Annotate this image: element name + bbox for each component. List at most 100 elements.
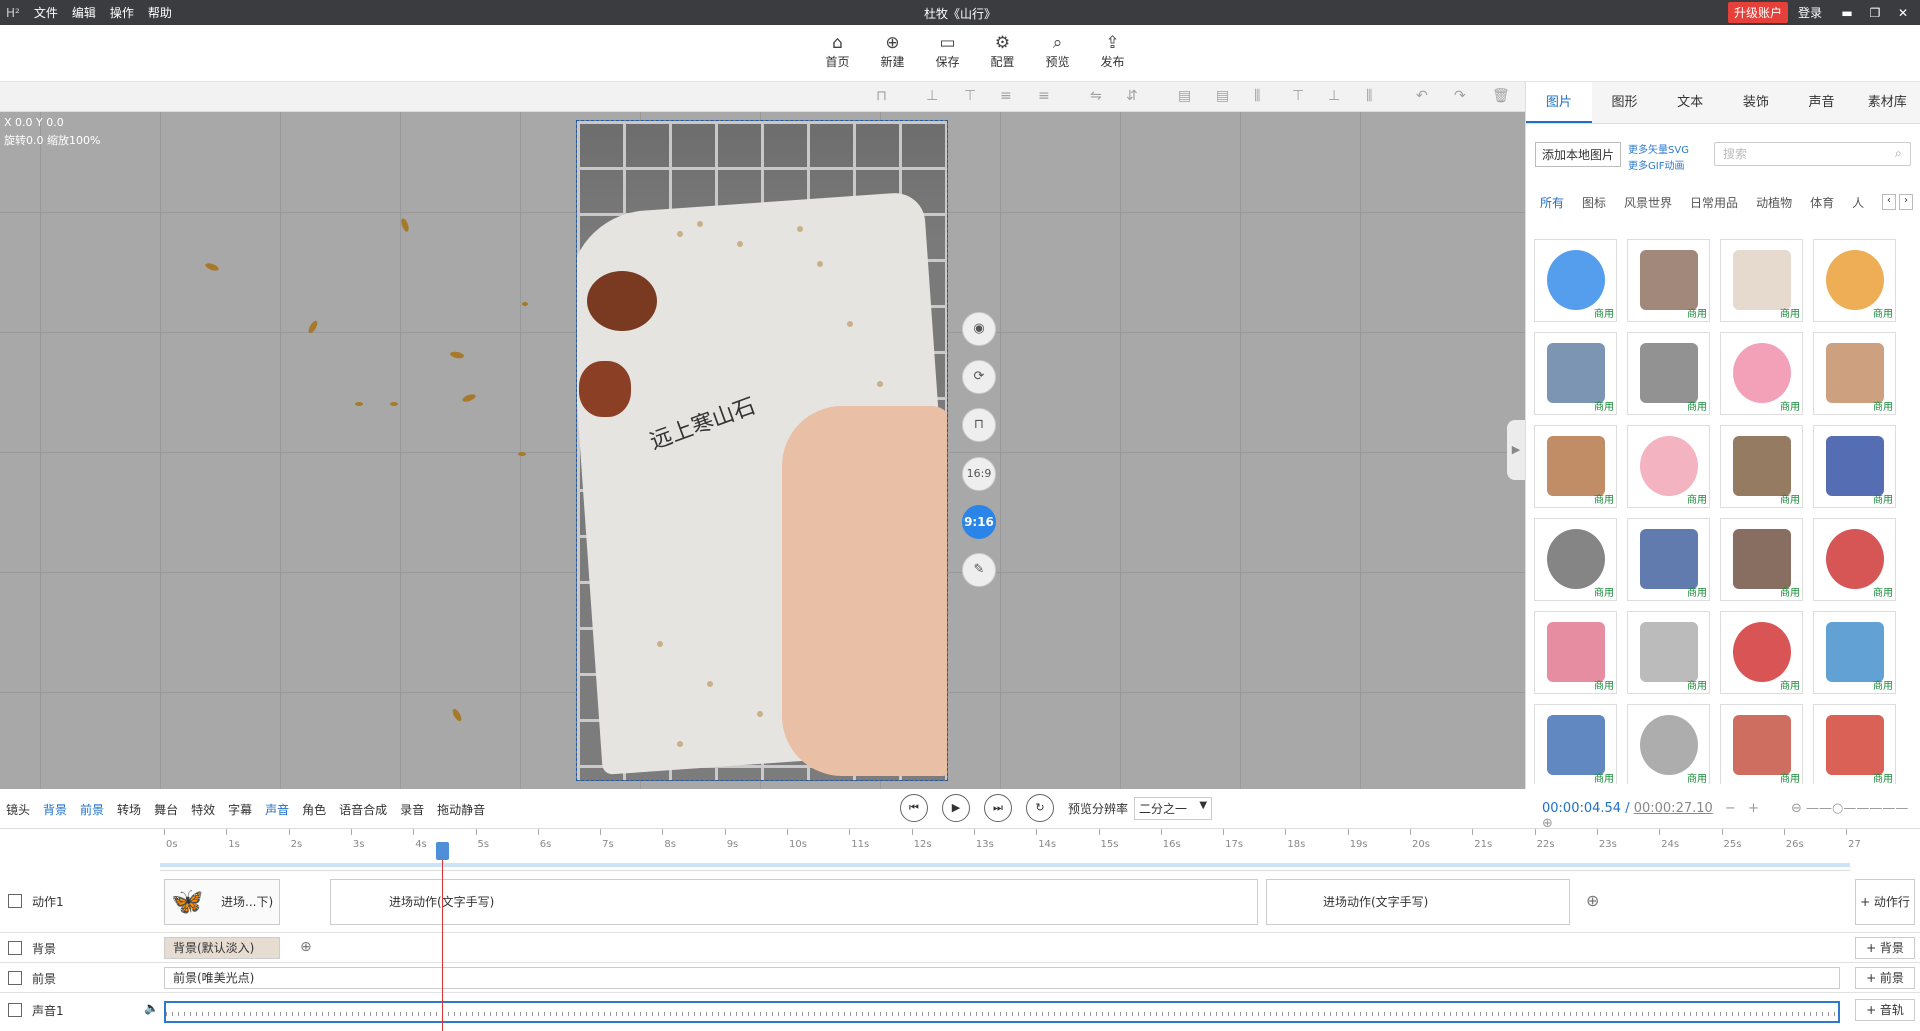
more-svg-link[interactable]: 更多矢量SVG bbox=[1628, 141, 1689, 156]
tool-role[interactable]: 角色 bbox=[302, 801, 326, 818]
align-left-icon[interactable]: ▤ bbox=[1178, 88, 1191, 104]
asset-pen[interactable]: 商用 bbox=[1813, 425, 1896, 508]
menu-edit[interactable]: 编辑 bbox=[72, 4, 96, 21]
maximize-icon[interactable]: ❐ bbox=[1864, 6, 1886, 20]
tab-sound[interactable]: 声音 bbox=[1789, 82, 1855, 123]
tool-stage[interactable]: 舞台 bbox=[154, 801, 178, 818]
tab-text[interactable]: 文本 bbox=[1657, 82, 1723, 123]
upgrade-button[interactable]: 升级账户 bbox=[1727, 2, 1788, 23]
asset-umbrella[interactable]: 商用 bbox=[1813, 704, 1896, 784]
asset-basket[interactable]: 商用 bbox=[1720, 425, 1803, 508]
undo-icon[interactable]: ↶ bbox=[1416, 88, 1428, 104]
add-action-clip-icon[interactable]: ⊕ bbox=[1586, 891, 1599, 910]
login-button[interactable]: 登录 bbox=[1798, 4, 1822, 21]
playhead[interactable] bbox=[442, 842, 443, 1031]
tool-subtitle[interactable]: 字幕 bbox=[228, 801, 252, 818]
add-action-row-button[interactable]: + 动作行 bbox=[1855, 879, 1915, 925]
asset-boy-standing[interactable]: 商用 bbox=[1720, 518, 1803, 601]
publish-button[interactable]: ⇪ 发布 bbox=[1085, 33, 1140, 70]
tab-images[interactable]: 图片 bbox=[1526, 82, 1592, 123]
ratio-16-9-button[interactable]: 16:9 bbox=[962, 457, 996, 491]
category-daily[interactable]: 日常用品 bbox=[1690, 194, 1738, 211]
category-people[interactable]: 人 bbox=[1852, 194, 1864, 211]
replay-icon[interactable]: ↻ bbox=[1026, 794, 1054, 822]
audio-waveform[interactable] bbox=[164, 1001, 1840, 1023]
distribute-v-icon[interactable]: ⫼ bbox=[1366, 88, 1372, 104]
align-center-v-icon[interactable]: ⊥ bbox=[926, 88, 938, 104]
search-icon[interactable]: ⌕ bbox=[1895, 146, 1902, 161]
asset-line-chart[interactable]: 商用 bbox=[1534, 518, 1617, 601]
clip-text-handwrite-2[interactable]: 进场动作(文字手写) bbox=[1266, 879, 1570, 925]
asset-tiger[interactable]: 商用 bbox=[1813, 239, 1896, 322]
asset-people-pink[interactable]: 商用 bbox=[1627, 425, 1710, 508]
asset-man-surprised[interactable]: 商用 bbox=[1534, 704, 1617, 784]
add-background-button[interactable]: + 背景 bbox=[1855, 937, 1915, 959]
align-bottom-icon[interactable]: ≡ bbox=[1038, 88, 1050, 104]
flip-v-icon[interactable]: ⇵ bbox=[1126, 88, 1138, 104]
asset-red-button[interactable]: 商用 bbox=[1813, 518, 1896, 601]
screenshot-icon[interactable]: ◉ bbox=[962, 312, 996, 346]
tool-background[interactable]: 背景 bbox=[43, 801, 67, 818]
tab-library[interactable]: 素材库 bbox=[1854, 82, 1920, 123]
asset-building[interactable]: 商用 bbox=[1627, 239, 1710, 322]
clip-text-handwrite-1[interactable]: 进场动作(文字手写) bbox=[330, 879, 1258, 925]
add-local-image-button[interactable]: 添加本地图片 bbox=[1535, 142, 1622, 167]
align-right-icon[interactable]: ▤ bbox=[1216, 88, 1229, 104]
category-prev-icon[interactable]: ‹ bbox=[1882, 194, 1896, 210]
stage-canvas[interactable]: X 0.0 Y 0.0 旋转0.0 缩放100% 远上寒山石 ◉ ⟳ ⊓ 16:… bbox=[0, 112, 1525, 789]
tool-sound[interactable]: 声音 bbox=[265, 801, 289, 818]
flip-h-icon[interactable]: ⇋ bbox=[1090, 88, 1102, 104]
asset-worker[interactable]: 商用 bbox=[1534, 425, 1617, 508]
category-all[interactable]: 所有 bbox=[1540, 194, 1564, 211]
category-icons[interactable]: 图标 bbox=[1582, 194, 1606, 211]
tab-decorations[interactable]: 装饰 bbox=[1723, 82, 1789, 123]
panel-collapse-handle[interactable]: ▶ bbox=[1507, 420, 1525, 480]
asset-paper-cup[interactable]: 商用 bbox=[1720, 239, 1803, 322]
more-gif-link[interactable]: 更多GIF动画 bbox=[1628, 157, 1684, 172]
volume-icon[interactable]: 🔈 bbox=[144, 1001, 159, 1015]
playhead-handle[interactable] bbox=[436, 842, 449, 860]
distribute-h-icon[interactable]: ⫼ bbox=[1254, 88, 1260, 104]
asset-texture-tile[interactable]: 商用 bbox=[1627, 332, 1710, 415]
menu-file[interactable]: 文件 bbox=[34, 4, 58, 21]
zoom-in-icon[interactable]: + bbox=[1748, 801, 1759, 816]
align-top-icon[interactable]: ⊤ bbox=[964, 88, 976, 104]
edit-icon[interactable]: ✎ bbox=[962, 553, 996, 587]
settings-button[interactable]: ⚙ 配置 bbox=[975, 33, 1030, 70]
asset-van[interactable]: 商用 bbox=[1627, 611, 1710, 694]
play-icon[interactable]: ▶ bbox=[942, 794, 970, 822]
category-scenery[interactable]: 风景世界 bbox=[1624, 194, 1672, 211]
asset-people-meeting[interactable]: 商用 bbox=[1534, 332, 1617, 415]
align-top-edge-icon[interactable]: ⊤ bbox=[1292, 88, 1304, 104]
lock-align-icon[interactable]: ⊓ bbox=[876, 88, 887, 104]
asset-cat-pink[interactable]: 商用 bbox=[1627, 704, 1710, 784]
menu-help[interactable]: 帮助 bbox=[148, 4, 172, 21]
tool-effects[interactable]: 特效 bbox=[191, 801, 215, 818]
align-middle-icon[interactable]: ≡ bbox=[1000, 88, 1012, 104]
preview-button[interactable]: ⌕ 预览 bbox=[1030, 33, 1085, 70]
minimize-icon[interactable]: ▬ bbox=[1836, 6, 1858, 20]
zoom-out-icon[interactable]: − bbox=[1725, 801, 1736, 816]
add-audio-track-button[interactable]: + 音轨 bbox=[1855, 999, 1915, 1021]
asset-blue-moon[interactable]: 商用 bbox=[1534, 239, 1617, 322]
add-background-clip-icon[interactable]: ⊕ bbox=[300, 939, 312, 955]
tool-transition[interactable]: 转场 bbox=[117, 801, 141, 818]
close-icon[interactable]: ✕ bbox=[1892, 6, 1914, 20]
home-button[interactable]: ⌂ 首页 bbox=[810, 33, 865, 70]
asset-computer[interactable]: 商用 bbox=[1813, 611, 1896, 694]
time-ruler[interactable]: 0s 1s 2s 3s 4s 5s 6s 7s 8s 9s 10s 11s 12s 13s 14s 15s 16… bbox=[160, 829, 1861, 871]
clip-background[interactable]: 背景(默认淡入) bbox=[164, 937, 280, 959]
save-button[interactable]: ▭ 保存 bbox=[920, 33, 975, 70]
redo-icon[interactable]: ↷ bbox=[1454, 88, 1466, 104]
align-bottom-edge-icon[interactable]: ⊥ bbox=[1328, 88, 1340, 104]
tool-mute-drag[interactable]: 拖动静音 bbox=[437, 801, 485, 818]
asset-man-blue[interactable]: 商用 bbox=[1627, 518, 1710, 601]
asset-man-pointing[interactable]: 商用 bbox=[1720, 704, 1803, 784]
clip-butterfly[interactable]: 🦋 进场...下) bbox=[164, 879, 280, 925]
category-sports[interactable]: 体育 bbox=[1810, 194, 1834, 211]
search-input[interactable]: 搜索 bbox=[1714, 142, 1911, 166]
resolution-select[interactable]: 二分之一 ▼ bbox=[1134, 796, 1213, 820]
asset-arrow[interactable]: 商用 bbox=[1534, 611, 1617, 694]
rotate-icon[interactable]: ⟳ bbox=[962, 360, 996, 394]
tool-camera[interactable]: 镜头 bbox=[6, 801, 30, 818]
